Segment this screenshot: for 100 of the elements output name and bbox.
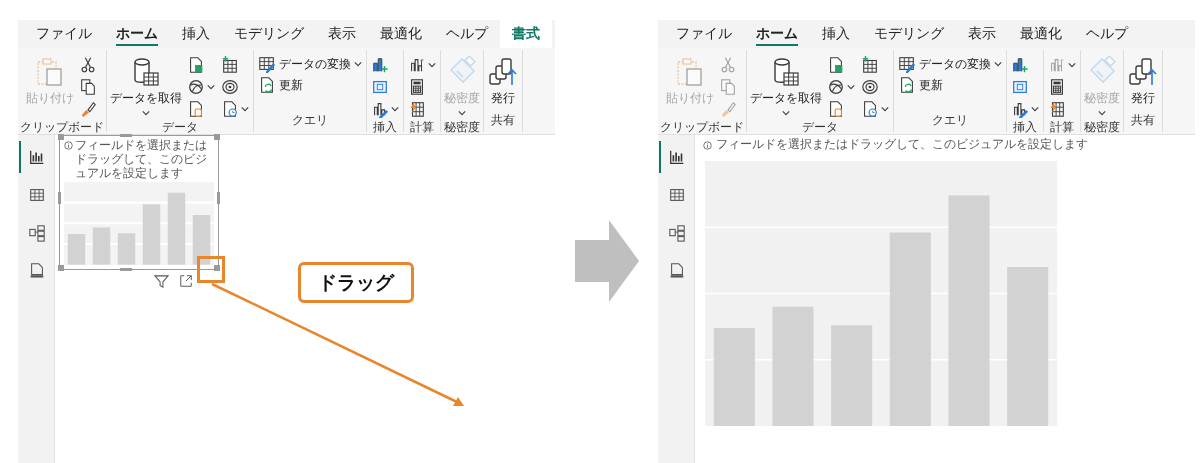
ribbon-tab[interactable]: ヘルプ — [1074, 20, 1140, 48]
document-database-icon — [827, 99, 845, 118]
ribbon-button[interactable]: データを取得 — [749, 54, 823, 119]
copy-icon — [719, 77, 737, 96]
group-label: 共有 — [491, 112, 515, 129]
ribbon-tab[interactable]: モデリング — [222, 20, 316, 48]
report-view-icon — [668, 148, 686, 166]
focus-mode-icon[interactable] — [179, 274, 193, 288]
group-label: クリップボード — [20, 119, 104, 134]
chevron-down-icon — [142, 109, 150, 117]
chart-bar — [192, 215, 211, 265]
group-label: クリップボード — [660, 119, 744, 134]
chevron-down-icon — [1031, 104, 1039, 113]
ribbon-tab[interactable]: 挿入 — [170, 20, 222, 48]
resize-handle[interactable] — [214, 265, 220, 271]
chart-bar — [92, 227, 111, 265]
table-view-icon — [668, 186, 686, 204]
chart-add-icon — [1011, 55, 1029, 74]
chevron-down-icon — [354, 60, 362, 68]
model-view-icon — [668, 224, 686, 242]
highlight-box — [197, 256, 225, 283]
calculator-icon — [1048, 77, 1066, 96]
resize-handle[interactable] — [58, 192, 61, 204]
ribbon-tab[interactable]: 最適化 — [1008, 20, 1074, 48]
chevron-down-icon — [241, 104, 249, 113]
chevron-down-icon — [207, 82, 215, 91]
ribbon-tab[interactable]: ホーム — [104, 20, 170, 48]
group-label: 挿入 — [1013, 119, 1037, 134]
publish-icon — [1127, 56, 1159, 88]
ribbon-button[interactable]: データの変換 — [256, 54, 364, 74]
callout-label: ドラッグ — [298, 262, 414, 303]
table-view-icon — [28, 186, 46, 204]
group-label: 共有 — [1131, 112, 1155, 129]
query-view-icon — [28, 262, 46, 280]
filter-icon[interactable] — [154, 274, 169, 289]
hint-text: フィールドを選択またはドラッグして、このビジュアルを設定します — [75, 139, 208, 181]
group-label: クエリ — [292, 112, 328, 129]
ribbon-tab[interactable]: 書式 — [500, 20, 552, 48]
ribbon-tab[interactable]: モデリング — [862, 20, 956, 48]
query-view-icon — [668, 262, 686, 280]
spiral-icon — [221, 77, 239, 96]
ribbon-tab[interactable]: ファイル — [24, 20, 104, 48]
group-label: クエリ — [932, 112, 968, 129]
ribbon-button[interactable]: 更新 — [256, 75, 364, 95]
group-label: 秘密度 — [444, 119, 480, 134]
chevron-down-icon — [994, 60, 1002, 68]
table-edit-icon — [898, 55, 916, 73]
resize-handle[interactable] — [58, 134, 64, 140]
chart-bar — [167, 193, 186, 265]
calculator-icon — [408, 77, 426, 96]
ribbon-button[interactable]: 発行 — [1126, 54, 1160, 109]
document-clock-icon — [861, 99, 879, 118]
ribbon-tab[interactable]: ヘルプ — [434, 20, 500, 48]
ribbon-tab[interactable]: 挿入 — [810, 20, 862, 48]
resize-handle[interactable] — [214, 134, 220, 140]
chevron-down-icon — [782, 109, 790, 117]
group-label: 計算 — [1050, 119, 1074, 134]
scissors-icon — [719, 55, 737, 74]
hint-text: フィールドを選択またはドラッグして、このビジュアルを設定します — [716, 136, 1088, 153]
table-add-icon — [221, 55, 239, 74]
chevron-down-icon — [1098, 109, 1106, 117]
ribbon-button[interactable]: データの変換 — [896, 54, 1004, 74]
refresh-document-icon — [258, 76, 276, 94]
spiral-icon — [861, 77, 879, 96]
group-label: データ — [802, 119, 838, 134]
paintbrush-icon — [719, 99, 737, 118]
ribbon-tab[interactable]: 表示 — [316, 20, 368, 48]
grid-bolt-icon — [1048, 99, 1066, 118]
table-add-icon — [861, 55, 879, 74]
ribbon-tab[interactable]: ファイル — [664, 20, 744, 48]
resize-handle[interactable] — [120, 134, 132, 137]
transition-arrow-icon — [574, 220, 639, 302]
publish-icon — [487, 56, 519, 88]
resize-handle[interactable] — [120, 268, 132, 271]
ribbon-button[interactable]: 発行 — [486, 54, 520, 109]
chevron-down-icon — [458, 109, 466, 117]
chevron-down-icon — [1068, 60, 1076, 69]
chart-bar — [117, 233, 136, 265]
sphere-icon — [187, 77, 205, 96]
spreadsheet-icon — [187, 55, 205, 74]
document-clock-icon — [221, 99, 239, 118]
ribbon-button[interactable]: 更新 — [896, 75, 1004, 95]
visual-container[interactable]: フィールドを選択またはドラッグして、このビジュアルを設定します — [59, 135, 219, 270]
grid-bolt-icon — [408, 99, 426, 118]
info-icon — [703, 141, 712, 150]
paintbrush-icon — [79, 99, 97, 118]
table-edit-icon — [258, 55, 276, 73]
ribbon-tab[interactable]: ホーム — [744, 20, 810, 48]
sphere-icon — [827, 77, 845, 96]
model-view-icon — [28, 224, 46, 242]
ribbon-button[interactable]: データを取得 — [109, 54, 183, 119]
ribbon-tab[interactable]: 最適化 — [368, 20, 434, 48]
report-view-icon — [28, 148, 46, 166]
resize-handle[interactable] — [217, 192, 220, 204]
ribbon-tab[interactable]: 表示 — [956, 20, 1008, 48]
chevron-down-icon — [847, 82, 855, 91]
resize-handle[interactable] — [58, 265, 64, 271]
copy-icon — [79, 77, 97, 96]
scissors-icon — [79, 55, 97, 74]
chart-bar — [142, 204, 161, 265]
